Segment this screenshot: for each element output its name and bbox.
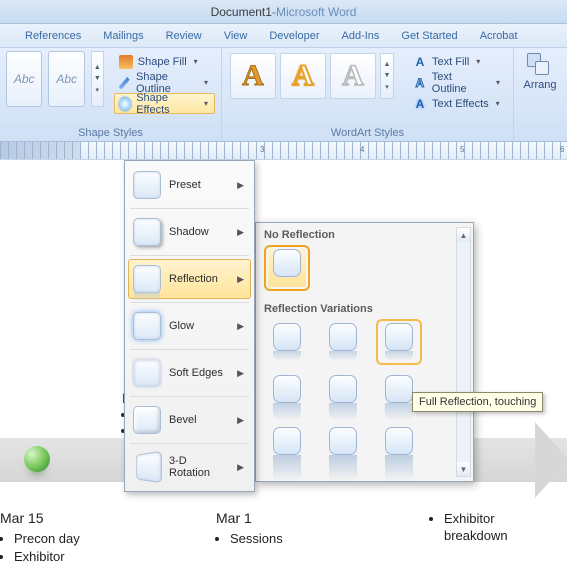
chevron-down-icon: ▾ (496, 99, 500, 108)
fx-shadow[interactable]: Shadow ▶ (128, 212, 251, 252)
reflection-var-2-1[interactable] (268, 375, 306, 413)
paint-bucket-icon (119, 55, 133, 69)
chevron-right-icon: ▶ (237, 368, 244, 379)
shape-style-gallery-more[interactable]: ▲▼▾ (91, 51, 104, 107)
timeline-col-2: Mar 1 Sessions (216, 510, 283, 548)
arrange-icon (527, 53, 553, 79)
reflection-var-1-3[interactable] (380, 323, 418, 361)
text-effects-icon: A (413, 97, 427, 111)
menu-separator (130, 349, 249, 350)
fx-reflection[interactable]: Reflection ▶ (128, 259, 251, 299)
tab-acrobat[interactable]: Acrobat (469, 26, 529, 46)
horizontal-ruler[interactable]: 3 4 5 6 (0, 142, 567, 160)
pencil-icon (119, 76, 131, 90)
group-wordart-styles: A A A ▲▼▾ A Text Fill▾ A Text Outline▾ A… (222, 48, 514, 141)
ribbon: Abc Abc ▲▼▾ Shape Fill▾ Shape Outline▾ S… (0, 48, 567, 142)
timeline-marker-1 (24, 446, 50, 472)
arrange-button[interactable]: Arrang (520, 51, 560, 91)
group-shape-styles: Abc Abc ▲▼▾ Shape Fill▾ Shape Outline▾ S… (0, 48, 222, 141)
timeline-col-3: Exhibitor breakdown (430, 510, 508, 543)
wordart-style-3[interactable]: A (330, 53, 376, 99)
rotation-3d-icon (136, 451, 162, 484)
reflection-var-1-2[interactable] (324, 323, 362, 361)
no-reflection-header: No Reflection (256, 223, 473, 245)
menu-separator (130, 302, 249, 303)
fx-soft-edges[interactable]: Soft Edges ▶ (128, 353, 251, 393)
reflection-gallery: No Reflection Reflection Variations ▲ ▼ (255, 222, 474, 482)
tab-developer[interactable]: Developer (258, 26, 330, 46)
tooltip: Full Reflection, touching (412, 392, 543, 412)
scroll-down-icon[interactable]: ▼ (457, 462, 470, 476)
chevron-right-icon: ▶ (237, 180, 244, 191)
wordart-style-2[interactable]: A (280, 53, 326, 99)
group-arrange: Arrang (514, 48, 564, 141)
menu-separator (130, 208, 249, 209)
chevron-down-icon: ▾ (476, 57, 480, 66)
reflection-var-2-2[interactable] (324, 375, 362, 413)
tab-view[interactable]: View (213, 26, 259, 46)
reflection-var-3-2[interactable] (324, 427, 362, 465)
shape-style-sample-2[interactable]: Abc (48, 51, 84, 107)
reflection-var-3-3[interactable] (380, 427, 418, 465)
ribbon-tabs: References Mailings Review View Develope… (0, 24, 567, 48)
reflection-var-1-1[interactable] (268, 323, 306, 361)
arrow-head-icon (535, 422, 567, 498)
gallery-scrollbar[interactable]: ▲ ▼ (456, 227, 471, 477)
shape-fill-button[interactable]: Shape Fill▾ (114, 51, 215, 72)
effects-icon (119, 97, 131, 111)
shape-style-sample-1[interactable]: Abc (6, 51, 42, 107)
app-name: Microsoft Word (276, 5, 356, 19)
chevron-right-icon: ▶ (237, 274, 244, 285)
group-label-shape-styles: Shape Styles (6, 126, 215, 141)
chevron-down-icon: ▾ (204, 78, 208, 87)
reflection-icon (133, 265, 161, 293)
fx-3d-rotation[interactable]: 3-D Rotation ▶ (128, 447, 251, 487)
chevron-right-icon: ▶ (237, 321, 244, 332)
menu-separator (130, 396, 249, 397)
reflection-variations-header: Reflection Variations (256, 297, 473, 319)
shape-effects-button[interactable]: Shape Effects▾ (114, 93, 215, 114)
document-area[interactable]: Preset ▶ Shadow ▶ Reflection ▶ Glow ▶ So… (0, 160, 567, 578)
shape-outline-button[interactable]: Shape Outline▾ (114, 72, 215, 93)
text-fill-icon: A (413, 55, 427, 69)
wordart-gallery-more[interactable]: ▲▼▾ (380, 53, 394, 99)
text-fill-button[interactable]: A Text Fill▾ (408, 51, 507, 72)
chevron-down-icon: ▾ (496, 78, 500, 87)
text-outline-button[interactable]: A Text Outline▾ (408, 72, 507, 93)
tab-references[interactable]: References (14, 26, 92, 46)
chevron-down-icon: ▾ (194, 57, 198, 66)
menu-separator (130, 443, 249, 444)
tab-mailings[interactable]: Mailings (92, 26, 154, 46)
tab-getstarted[interactable]: Get Started (390, 26, 468, 46)
shadow-icon (133, 218, 161, 246)
text-outline-icon: A (413, 76, 427, 90)
reflection-none[interactable] (268, 249, 306, 287)
text-effects-button[interactable]: A Text Effects▾ (408, 93, 507, 114)
wordart-style-1[interactable]: A (230, 53, 276, 99)
glow-icon (133, 312, 161, 340)
fx-preset[interactable]: Preset ▶ (128, 165, 251, 205)
chevron-right-icon: ▶ (237, 462, 244, 473)
fx-bevel[interactable]: Bevel ▶ (128, 400, 251, 440)
timeline-col-1: Mar 15 Precon day Exhibitor (0, 510, 80, 565)
tab-review[interactable]: Review (155, 26, 213, 46)
chevron-down-icon: ▾ (204, 99, 208, 108)
reflection-var-3-1[interactable] (268, 427, 306, 465)
title-bar: Document1 - Microsoft Word (0, 0, 567, 24)
scroll-up-icon[interactable]: ▲ (457, 228, 470, 242)
bevel-icon (133, 406, 161, 434)
chevron-right-icon: ▶ (237, 415, 244, 426)
tab-addins[interactable]: Add-Ins (331, 26, 391, 46)
menu-separator (130, 255, 249, 256)
shape-effects-menu: Preset ▶ Shadow ▶ Reflection ▶ Glow ▶ So… (124, 160, 255, 492)
soft-edges-icon (133, 359, 161, 387)
preset-icon (133, 171, 161, 199)
document-name: Document1 (211, 5, 272, 19)
group-label-wordart: WordArt Styles (228, 126, 507, 141)
fx-glow[interactable]: Glow ▶ (128, 306, 251, 346)
chevron-right-icon: ▶ (237, 227, 244, 238)
